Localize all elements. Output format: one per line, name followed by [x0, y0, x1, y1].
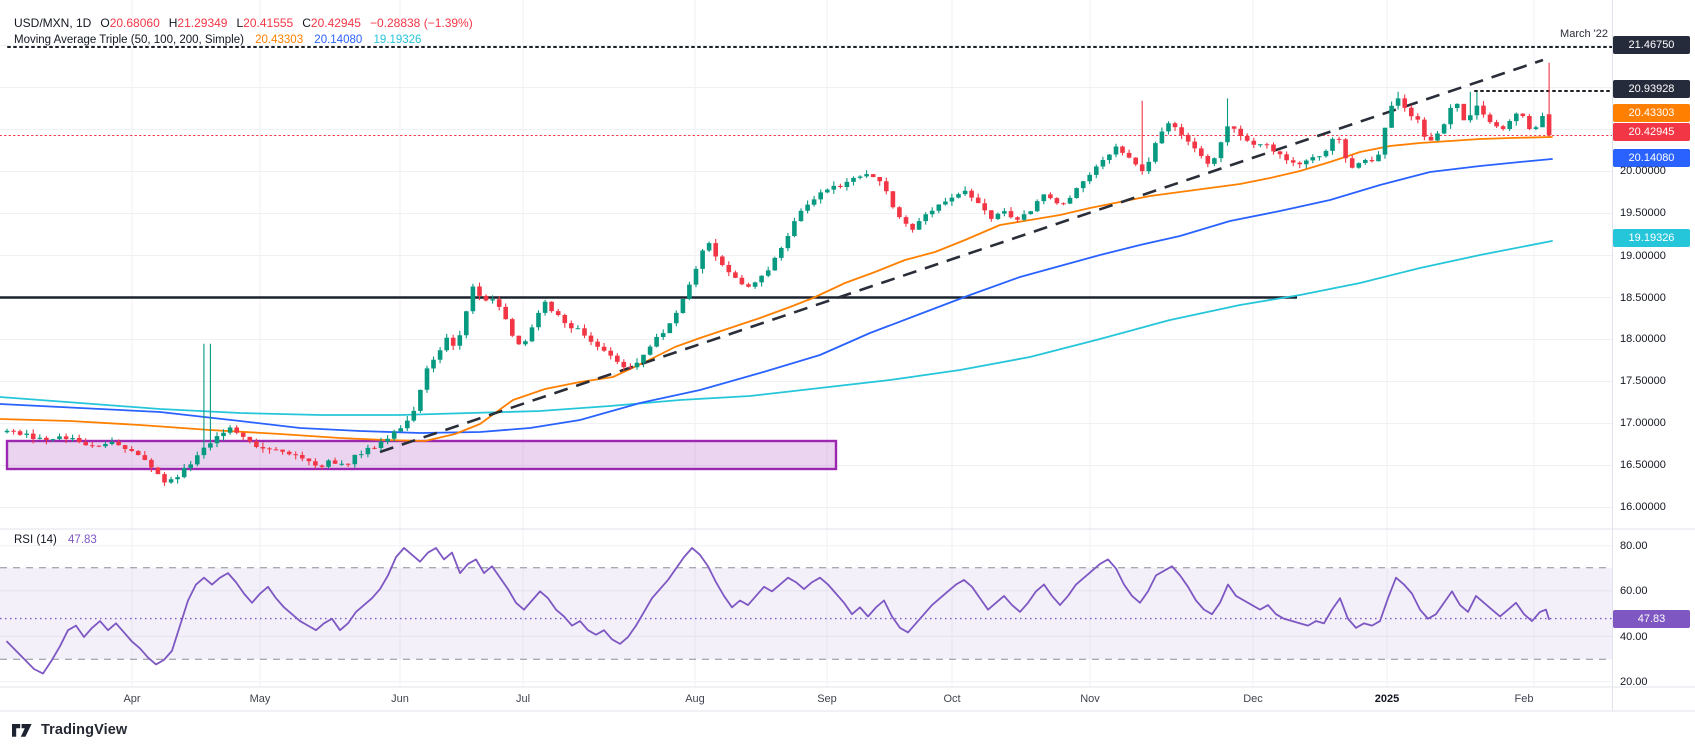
time-axis-label: Nov	[1060, 693, 1120, 705]
price-label: 17.00000	[1620, 416, 1690, 430]
open-key: O	[100, 16, 109, 30]
price-label: 16.00000	[1620, 500, 1690, 514]
time-axis-label: Aug	[665, 693, 725, 705]
time-axis-label: Jun	[370, 693, 430, 705]
time-axis-label: Apr	[102, 693, 162, 705]
rsi-current-value: 47.83	[68, 534, 97, 546]
price-label: 19.50000	[1620, 206, 1690, 220]
time-axis-label: Feb	[1494, 693, 1554, 705]
price-label: 16.50000	[1620, 458, 1690, 472]
ma200-value: 19.19326	[373, 34, 421, 46]
price-label: 19.00000	[1620, 249, 1690, 263]
tradingview-watermark[interactable]: TradingView	[12, 722, 127, 738]
ma100-value: 20.14080	[314, 34, 362, 46]
march-22-annotation: March '22	[1488, 28, 1608, 40]
candle-wicks-down	[14, 63, 1550, 486]
close-key: C	[302, 16, 311, 30]
high-value: 21.29349	[177, 16, 227, 30]
price-label: 18.50000	[1620, 291, 1690, 305]
symbol-ohlc-legend[interactable]: USD/MXN, 1DO20.68060H21.29349L20.41555C2…	[14, 16, 473, 30]
chart-canvas[interactable]	[0, 0, 1695, 752]
support-zone-rectangle	[7, 441, 836, 469]
tradingview-logo-icon	[12, 723, 34, 738]
symbol-title: USD/MXN, 1D	[14, 16, 91, 30]
watermark-text: TradingView	[41, 722, 127, 738]
change-value: −0.28838 (−1.39%)	[370, 16, 473, 30]
rsi-band-fill	[0, 568, 1612, 659]
tradingview-chart-window: USD/MXN, 1DO20.68060H21.29349L20.41555C2…	[0, 0, 1695, 752]
low-value: 20.41555	[243, 16, 293, 30]
price-badge: 20.93928	[1613, 80, 1690, 98]
time-axis-label: May	[230, 693, 290, 705]
sma-50-line	[0, 137, 1552, 441]
rsi-label: 60.00	[1620, 584, 1690, 598]
price-label: 20.00000	[1620, 164, 1690, 178]
price-label: 18.00000	[1620, 332, 1690, 346]
rsi-label: 40.00	[1620, 630, 1690, 644]
time-axis-label: Jul	[493, 693, 553, 705]
sma-100-line	[0, 159, 1552, 433]
price-badge: 20.42945	[1613, 123, 1690, 141]
ma-legend-label: Moving Average Triple (50, 100, 200, Sim…	[14, 34, 244, 46]
ma50-value: 20.43303	[255, 34, 303, 46]
time-axis-label: 2025	[1357, 693, 1417, 705]
price-badge: 20.43303	[1613, 104, 1690, 122]
rsi-legend-label: RSI (14)	[14, 534, 57, 546]
rsi-label: 80.00	[1620, 539, 1690, 553]
price-badge: 19.19326	[1613, 229, 1690, 247]
rsi-badge: 47.83	[1613, 610, 1690, 628]
price-badge: 21.46750	[1613, 36, 1690, 54]
open-value: 20.68060	[110, 16, 160, 30]
close-value: 20.42945	[311, 16, 361, 30]
time-axis-label: Sep	[797, 693, 857, 705]
ma-triple-legend[interactable]: Moving Average Triple (50, 100, 200, Sim…	[14, 34, 421, 46]
candle-bodies-up	[5, 98, 1545, 482]
time-axis-label: Dec	[1223, 693, 1283, 705]
price-label: 17.50000	[1620, 374, 1690, 388]
rsi-legend[interactable]: RSI (14) 47.83	[14, 534, 97, 546]
rsi-label: 20.00	[1620, 675, 1690, 689]
candle-wicks-up	[7, 92, 1543, 484]
time-axis-label: Oct	[922, 693, 982, 705]
